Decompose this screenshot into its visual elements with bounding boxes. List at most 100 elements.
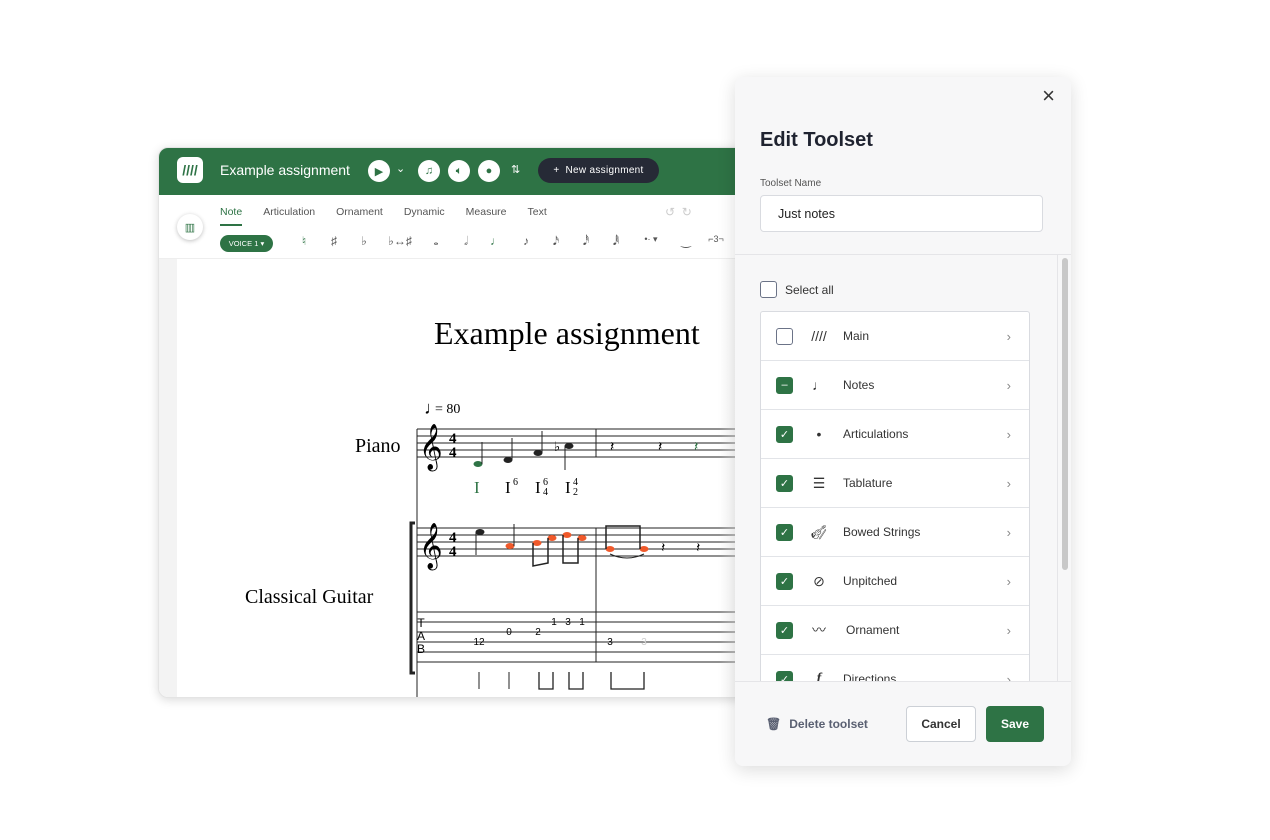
svg-text:T: T — [417, 616, 425, 630]
figure: 4 — [543, 487, 548, 498]
treble-clef-8vb-icon: 𝄞 — [419, 523, 443, 571]
svg-text:B: B — [417, 642, 425, 656]
note — [547, 535, 557, 541]
note — [532, 540, 542, 546]
item-label: Main — [843, 329, 870, 343]
rest: 𝄽 — [610, 440, 614, 455]
chevron-right-icon[interactable]: › — [1007, 427, 1011, 442]
quarter-note-icon: ♩ — [812, 377, 826, 393]
list-item-notes[interactable]: – ♩ Notes › — [761, 361, 1029, 410]
drum-icon: ⊘ — [813, 572, 825, 589]
rest: 𝄽 — [696, 541, 700, 556]
roman-numeral: I — [505, 478, 511, 497]
delete-toolset-button[interactable]: 🗑︎ Delete toolset — [766, 717, 868, 731]
checkbox[interactable]: ✓ — [776, 621, 793, 639]
checkbox[interactable] — [760, 281, 777, 298]
tab-number: 3 — [641, 637, 647, 648]
scrollbar[interactable] — [1062, 258, 1068, 570]
roman-numeral: I — [474, 478, 480, 497]
divider — [735, 254, 1071, 255]
scroll-track — [1057, 255, 1058, 681]
logo-icon: //// — [811, 328, 827, 344]
note — [564, 443, 574, 449]
guitar-notes: 𝄽 𝄽 — [475, 524, 700, 567]
roman-numeral: I — [565, 478, 571, 497]
tab-number: 0 — [506, 627, 512, 638]
note — [473, 461, 483, 467]
svg-text:A: A — [417, 629, 425, 643]
roman-numerals: I I6 I 64 I 42 — [474, 477, 578, 498]
note — [605, 546, 615, 552]
tab-number: 2 — [535, 627, 541, 638]
note — [639, 546, 649, 552]
treble-clef-icon: 𝄞 — [419, 424, 443, 472]
piano-staff — [416, 428, 757, 697]
item-label: Unpitched — [843, 574, 898, 588]
panel-title: Edit Toolset — [760, 129, 873, 151]
toolset-name-label: Toolset Name — [760, 178, 822, 189]
note — [505, 543, 515, 549]
trash-icon: 🗑︎ — [766, 717, 782, 731]
note — [503, 457, 513, 463]
list-item-unpitched[interactable]: ✓ ⊘ Unpitched › — [761, 557, 1029, 606]
rhythm-stems — [478, 672, 645, 690]
score[interactable]: Example assignment ♩ = 80 Piano Classica… — [159, 148, 758, 698]
tempo-marking: = 80 — [435, 402, 460, 417]
toolset-name-input[interactable] — [760, 195, 1043, 232]
chevron-right-icon[interactable]: › — [1007, 623, 1011, 638]
score-editor-window: //// Example assignment ▶ ⌄ ♫ 🔈︎ ● ⇅ + Ne… — [158, 147, 758, 698]
rest: 𝄽 — [661, 541, 665, 556]
staccato-icon: • — [816, 426, 822, 442]
edit-toolset-panel: × Edit Toolset Toolset Name Select all /… — [735, 77, 1071, 766]
item-label: Bowed Strings — [843, 525, 921, 539]
divider — [735, 681, 1071, 682]
time-signature-lower: 4 — [449, 445, 457, 461]
tab-number: 3 — [565, 617, 571, 628]
violin-icon: 🎻︎ — [810, 523, 828, 540]
select-all-label: Select all — [785, 282, 834, 297]
tab-number: 1 — [579, 617, 585, 628]
note — [577, 535, 587, 541]
flat-accidental: ♭ — [554, 439, 560, 454]
note — [475, 529, 485, 535]
note — [562, 532, 572, 538]
cancel-button[interactable]: Cancel — [906, 706, 976, 742]
item-label: Tablature — [843, 476, 893, 490]
checkbox-indeterminate[interactable]: – — [776, 376, 793, 394]
save-button[interactable]: Save — [986, 706, 1044, 742]
checkbox[interactable]: ✓ — [776, 523, 793, 541]
instrument-label-guitar: Classical Guitar — [245, 586, 374, 608]
list-item-tablature[interactable]: ✓ ☰ Tablature › — [761, 459, 1029, 508]
tab-number: 3 — [607, 637, 613, 648]
checkbox[interactable]: ✓ — [776, 474, 793, 492]
roman-numeral: I — [535, 478, 541, 497]
item-label: Articulations — [843, 427, 909, 441]
chevron-right-icon[interactable]: › — [1007, 329, 1011, 344]
item-label: Ornament — [846, 623, 900, 637]
checkbox[interactable]: ✓ — [776, 572, 793, 590]
panel-footer: 🗑︎ Delete toolset Cancel Save — [735, 681, 1071, 766]
chevron-right-icon[interactable]: › — [1007, 574, 1011, 589]
list-item-bowed-strings[interactable]: ✓ 🎻︎ Bowed Strings › — [761, 508, 1029, 557]
guitar-time-signature-lower: 4 — [449, 544, 457, 560]
instrument-label-piano: Piano — [355, 435, 401, 457]
figure: 2 — [573, 487, 578, 498]
chevron-right-icon[interactable]: › — [1007, 476, 1011, 491]
checkbox[interactable]: ✓ — [776, 425, 793, 443]
figure: 6 — [513, 477, 518, 488]
delete-label: Delete toolset — [789, 717, 868, 731]
list-item-ornament[interactable]: ✓ 〰 Ornament › — [761, 606, 1029, 655]
tablature-icon: ☰ — [812, 474, 826, 491]
list-item-main[interactable]: //// Main › — [761, 312, 1029, 361]
chevron-right-icon[interactable]: › — [1007, 378, 1011, 393]
rest: 𝄽 — [694, 440, 698, 455]
select-all-checkbox[interactable]: Select all — [760, 281, 834, 298]
list-item-articulations[interactable]: ✓ • Articulations › — [761, 410, 1029, 459]
guitar-staff — [409, 521, 757, 675]
tab-number: 12 — [473, 637, 485, 648]
chevron-right-icon[interactable]: › — [1007, 525, 1011, 540]
tab-number: 1 — [551, 617, 557, 628]
close-icon[interactable]: × — [1042, 83, 1055, 109]
checkbox[interactable] — [776, 327, 793, 345]
score-title: Example assignment — [434, 315, 700, 351]
